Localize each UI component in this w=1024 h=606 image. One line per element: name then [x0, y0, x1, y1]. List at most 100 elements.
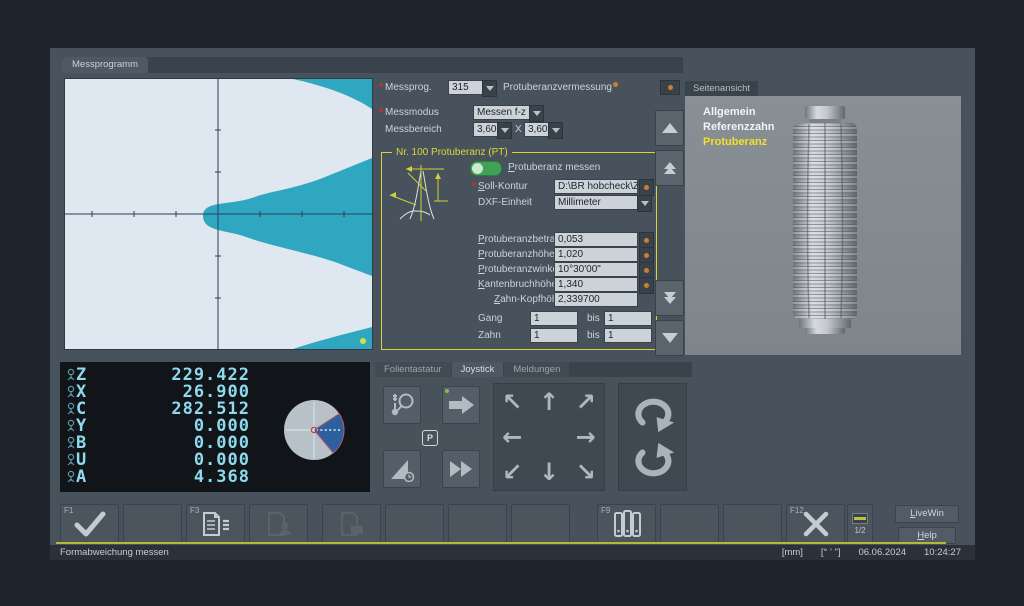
messmodus-select[interactable]: Messen f-z — [473, 105, 530, 120]
messbereich-x-dropdown-button[interactable] — [497, 122, 512, 139]
jog-left-button[interactable]: ← — [494, 419, 531, 454]
probe-magnifier-icon — [388, 391, 416, 419]
tab-seitenansicht-label: Seitenansicht — [693, 83, 750, 94]
modified-marker-icon — [613, 82, 618, 87]
active-indicator-dot — [445, 389, 449, 393]
chevron-down-icon — [501, 128, 509, 133]
softkey-f7[interactable] — [448, 504, 507, 544]
softkey-f10[interactable] — [660, 504, 719, 544]
zahn-kopfhoehe-field[interactable]: 2,339700 — [554, 292, 638, 307]
softkey-page-toggle-button[interactable]: 1/2 — [847, 504, 873, 544]
messbereich-x-select[interactable]: 3,60 — [473, 122, 498, 137]
document-copy-icon — [336, 511, 368, 537]
protuberanzwinkel-field[interactable]: 10°30'00" — [554, 262, 638, 277]
softkey-f12-cancel[interactable]: F12 — [786, 504, 845, 544]
rotate-cw-button[interactable] — [624, 442, 682, 486]
dxf-einheit-select[interactable]: Millimeter — [554, 195, 638, 210]
required-marker-icon — [379, 108, 383, 112]
jog-step-right-button[interactable] — [442, 386, 480, 424]
softkey-f5-disabled[interactable] — [322, 504, 381, 544]
document-person-icon — [263, 511, 295, 537]
tab-meldungen[interactable]: Meldungen — [504, 362, 569, 377]
softkey-page-indicator: 1/2 — [854, 526, 865, 535]
orange-dot-icon — [668, 85, 673, 90]
contour-plot — [64, 78, 373, 350]
page-up-button[interactable] — [655, 150, 684, 186]
groupbox-title: Nr. 100 Protuberanz (PT) — [392, 147, 512, 158]
messmodus-label: Messmodus — [385, 107, 439, 118]
softkey-f3-report[interactable]: F3 — [186, 504, 245, 544]
navigation-column — [655, 80, 682, 358]
tab-joystick[interactable]: Joystick — [452, 362, 504, 377]
zahn-label: Zahn — [478, 330, 501, 341]
tab-folientastatur[interactable]: Folientastatur — [375, 362, 451, 377]
axis-ref-icon — [66, 470, 76, 483]
jog-down-left-button[interactable]: ↙ — [494, 455, 531, 490]
messbereich-y-dropdown-button[interactable] — [548, 122, 563, 139]
protuberanz-messen-toggle[interactable] — [470, 161, 502, 176]
softkey-f6[interactable] — [385, 504, 444, 544]
main-tabstrip: Messprogramm — [62, 57, 683, 73]
unit-mm: [mm] — [782, 547, 803, 558]
protuberanz-diagram-icon — [386, 161, 456, 223]
field-label: Protuberanzbetrag — [478, 234, 561, 245]
chevron-down-icon — [552, 128, 560, 133]
softkey-f1-confirm[interactable]: F1 — [60, 504, 119, 544]
softkey-f9-archive[interactable]: F9 — [597, 504, 656, 544]
axis-ref-icon — [66, 436, 76, 449]
status-accent-line — [56, 542, 946, 544]
probe-calibration-button[interactable] — [383, 450, 421, 488]
livewin-button[interactable]: LiveWin — [895, 505, 959, 523]
messmodus-dropdown-button[interactable] — [529, 105, 544, 122]
softkey-f2[interactable] — [123, 504, 182, 544]
help-label: Help — [917, 528, 937, 543]
messprog-dropdown-button[interactable] — [482, 80, 497, 97]
jog-up-left-button[interactable]: ↖ — [494, 384, 531, 419]
probe-search-button[interactable] — [383, 386, 421, 424]
field-label: Kantenbruchhöhe — [478, 279, 557, 290]
arrow-down-icon — [662, 333, 678, 343]
zahn-from-field[interactable]: 1 — [530, 328, 578, 343]
gang-from-field[interactable]: 1 — [530, 311, 578, 326]
jog-panel: Folientastatur Joystick Meldungen — [375, 362, 692, 492]
rapid-feed-button[interactable] — [442, 450, 480, 488]
arrow-right-icon — [447, 395, 475, 415]
jog-down-button[interactable]: ↓ — [531, 455, 568, 490]
toggle-knob — [472, 163, 483, 174]
dro-panel: Z229.422 X26.900 C282.512 Y0.000 B0.000 … — [60, 362, 370, 492]
rotate-ccw-button[interactable] — [624, 389, 682, 433]
zahn-to-field[interactable]: 1 — [604, 328, 652, 343]
axis-ref-icon — [66, 385, 76, 398]
field-options-button[interactable] — [639, 277, 654, 294]
status-time: 10:24:27 — [924, 547, 961, 558]
required-marker-icon — [472, 182, 476, 186]
softkey-f8[interactable] — [511, 504, 570, 544]
dxf-einheit-dropdown-button[interactable] — [637, 195, 652, 212]
jog-up-button[interactable]: ↑ — [531, 384, 568, 419]
soll-kontur-browse-button[interactable] — [639, 179, 654, 196]
protuberanzhoehe-field[interactable]: 1,020 — [554, 247, 638, 262]
tab-messprogramm[interactable]: Messprogramm — [62, 57, 148, 73]
softkey-f4-disabled[interactable] — [249, 504, 308, 544]
softkey-page-icon — [852, 513, 868, 524]
kantenbruchhoehe-field[interactable]: 1,340 — [554, 277, 638, 292]
tab-seitenansicht[interactable]: Seitenansicht — [685, 81, 758, 96]
measure-form: Messprog. 315 Protuberanzvermessung Mess… — [373, 78, 683, 363]
side-view-content: Allgemein Referenzzahn Protuberanz — [685, 96, 961, 355]
page-down-button[interactable] — [655, 280, 684, 316]
messprog-select[interactable]: 315 — [448, 80, 483, 95]
orange-dot-icon — [644, 268, 649, 273]
jog-right-button[interactable]: → — [567, 419, 604, 454]
protuberanzbetrag-field[interactable]: 0,053 — [554, 232, 638, 247]
scroll-down-button[interactable] — [655, 320, 684, 356]
toggle-label: Protuberanz messen — [508, 162, 600, 173]
softkey-f11[interactable] — [723, 504, 782, 544]
soll-kontur-field[interactable]: D:\BR hobcheck\Z31 — [554, 179, 638, 194]
jog-down-right-button[interactable]: ↘ — [567, 455, 604, 490]
rotary-position-indicator — [283, 399, 345, 461]
gang-to-field[interactable]: 1 — [604, 311, 652, 326]
jog-up-right-button[interactable]: ↗ — [567, 384, 604, 419]
scroll-up-button[interactable] — [655, 110, 684, 146]
messbereich-y-select[interactable]: 3,60 — [524, 122, 549, 137]
option-mini-button[interactable] — [660, 80, 680, 95]
